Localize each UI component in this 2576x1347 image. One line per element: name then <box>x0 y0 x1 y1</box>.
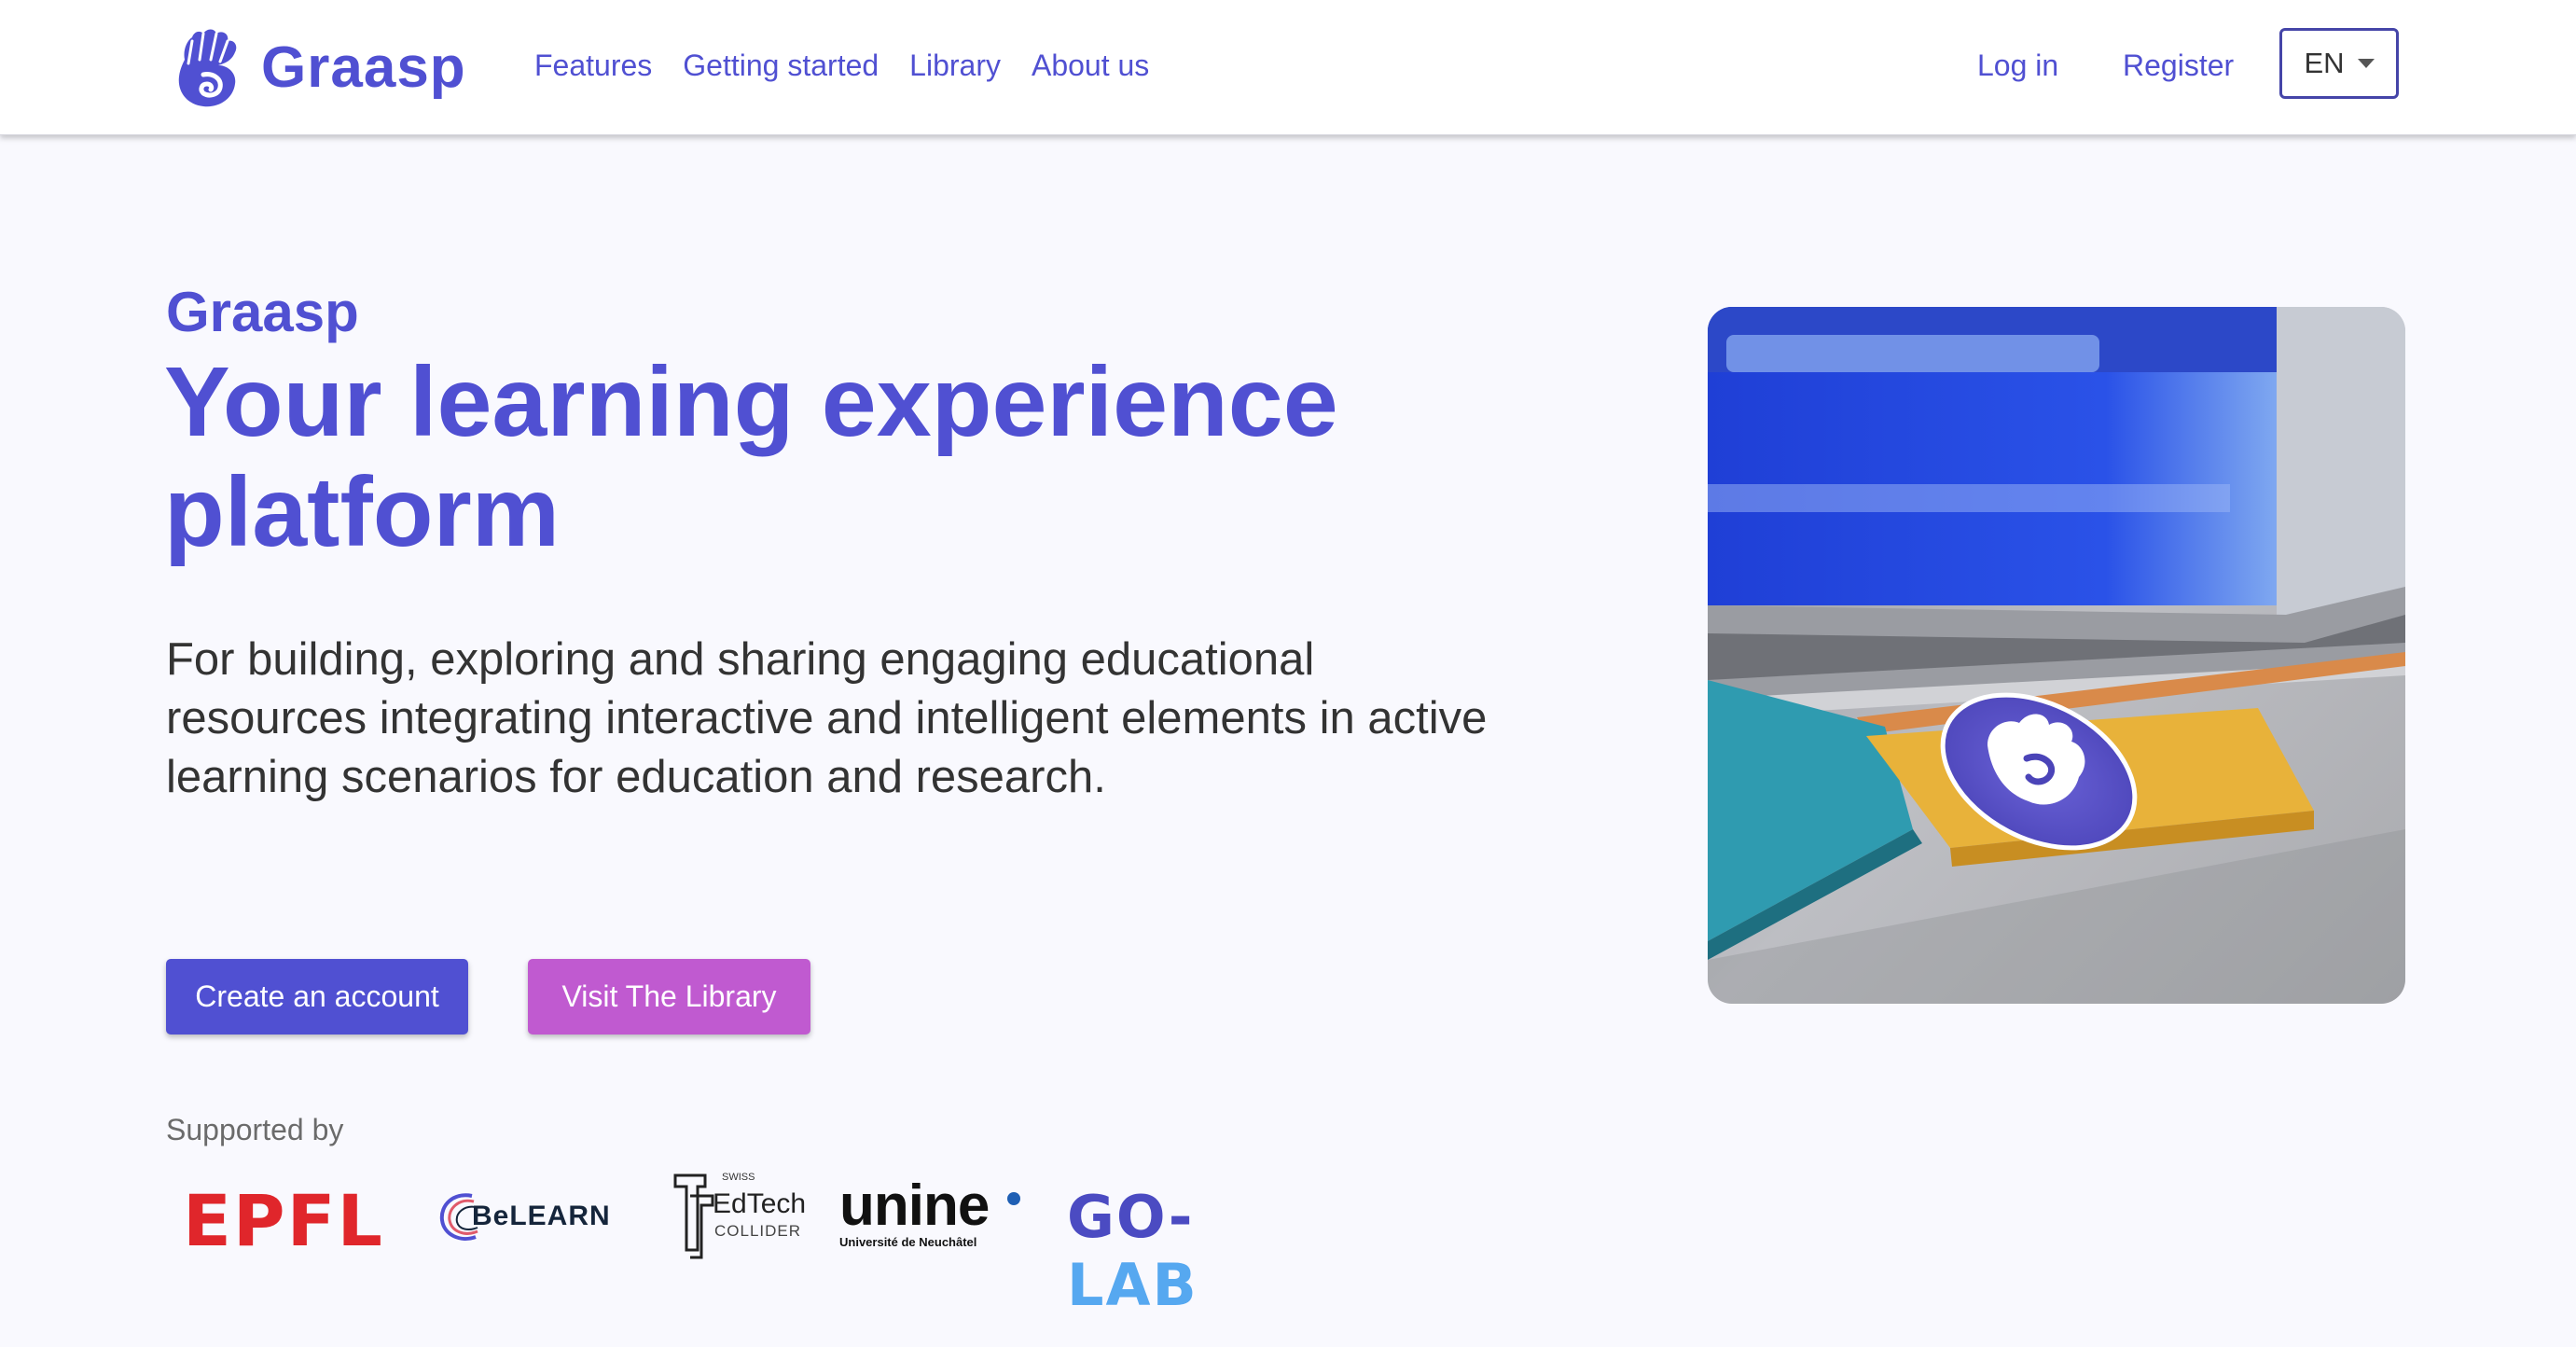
main-nav: Features Getting started Library About u… <box>534 41 1149 90</box>
home-logo-link[interactable]: Graasp <box>172 21 466 114</box>
graasp-hand-icon <box>178 29 237 107</box>
nav-link-library[interactable]: Library <box>909 41 1001 90</box>
language-value: EN <box>2304 47 2345 79</box>
edtech-main-label: EdTech <box>713 1188 807 1219</box>
supported-by-label: Supported by <box>166 1113 344 1146</box>
hero-headline: Your learning experience platform <box>164 347 1338 567</box>
nav-link-features[interactable]: Features <box>534 41 652 90</box>
create-account-button[interactable]: Create an account <box>166 959 468 1035</box>
golab-go: GO- <box>1067 1183 1195 1251</box>
unine-dot <box>1007 1192 1020 1205</box>
chevron-down-icon <box>2357 59 2375 68</box>
register-link[interactable]: Register <box>2123 41 2234 90</box>
belearn-logo[interactable]: BeLEARN <box>435 1187 611 1246</box>
epfl-logo[interactable]: EPFL <box>183 1179 384 1262</box>
brand-name: Graasp <box>261 35 466 100</box>
edtech-small-label: SWISS <box>722 1172 755 1183</box>
unine-subtitle: Université de Neuchâtel <box>839 1235 977 1249</box>
language-select[interactable]: EN <box>2279 28 2399 99</box>
belearn-wordmark: BeLEARN <box>472 1201 611 1231</box>
unine-logo[interactable]: unine Université de Neuchâtel <box>839 1177 1020 1249</box>
hero-eyebrow: Graasp <box>166 281 359 343</box>
login-link[interactable]: Log in <box>1977 41 2058 90</box>
golab-lab: LAB <box>1067 1251 1198 1319</box>
edtech-collider-logo[interactable]: SWISS EdTech COLLIDER <box>670 1168 806 1266</box>
top-navbar: Graasp Features Getting started Library … <box>0 0 2576 135</box>
edtech-sub-label: COLLIDER <box>714 1222 802 1240</box>
laptop-sticker-illustration <box>1708 307 2405 1004</box>
hero-photo <box>1708 307 2405 1004</box>
nav-link-about-us[interactable]: About us <box>1032 41 1149 90</box>
unine-wordmark: unine <box>839 1173 990 1238</box>
visit-library-button[interactable]: Visit The Library <box>528 959 810 1035</box>
hero-description: For building, exploring and sharing enga… <box>166 634 1488 802</box>
nav-link-getting-started[interactable]: Getting started <box>683 41 879 90</box>
golab-logo[interactable]: GO-LAB <box>1067 1183 1198 1319</box>
